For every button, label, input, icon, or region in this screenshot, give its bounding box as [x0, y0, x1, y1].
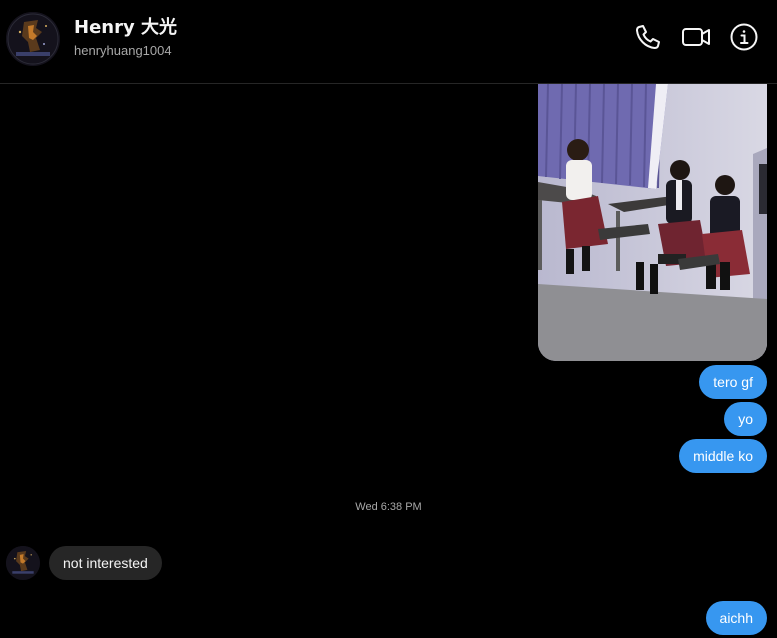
sent-message[interactable]: middle ko [679, 439, 767, 473]
contact-name-block[interactable]: Henry 大光 henryhuang1004 [74, 16, 177, 60]
avatar-image [6, 546, 40, 580]
phone-icon[interactable] [633, 22, 663, 52]
sender-avatar[interactable] [6, 546, 40, 580]
video-call-icon[interactable] [681, 22, 711, 52]
received-message[interactable]: not interested [49, 546, 162, 580]
avatar-image [6, 12, 60, 66]
contact-display-name: Henry 大光 [74, 17, 177, 38]
sent-message[interactable]: tero gf [699, 365, 767, 399]
sent-message[interactable]: yo [724, 402, 767, 436]
message-timestamp: Wed 6:38 PM [355, 501, 422, 513]
shared-photo[interactable] [538, 84, 767, 361]
dm-conversation: Henry 大光 henryhuang1004 tero gf yo middl… [0, 0, 777, 638]
sent-message[interactable]: aichh [705, 601, 767, 635]
info-icon[interactable] [729, 22, 759, 52]
conversation-header: Henry 大光 henryhuang1004 [0, 0, 777, 84]
avatar[interactable] [6, 12, 60, 66]
contact-username: henryhuang1004 [74, 43, 172, 58]
classroom-photo [538, 84, 767, 361]
